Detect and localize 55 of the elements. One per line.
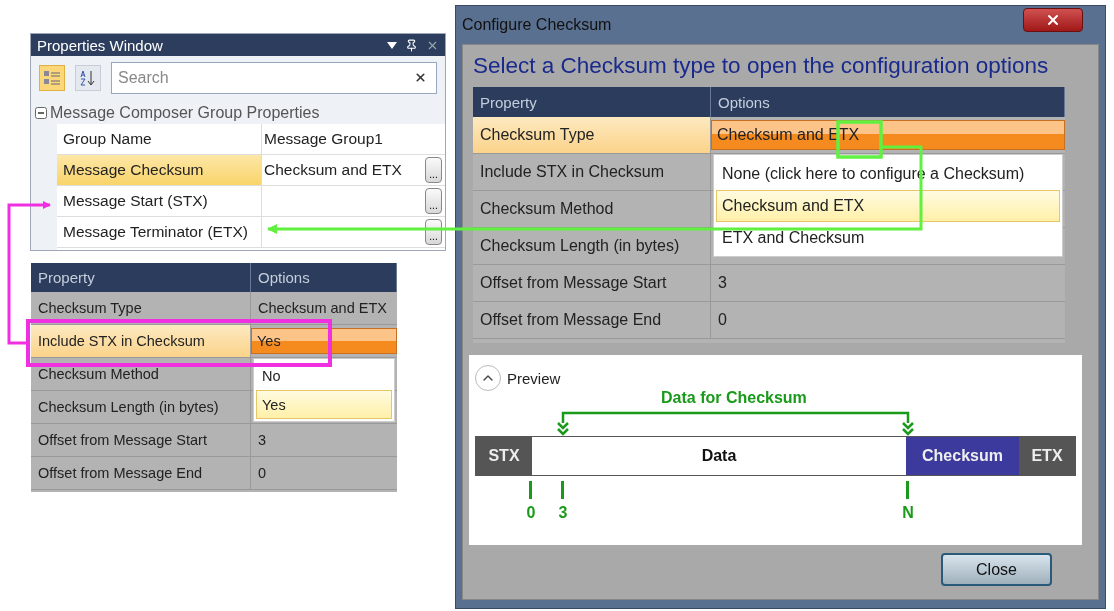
option-value: 3 — [257, 431, 268, 450]
bracket-label: Data for Checksum — [661, 389, 807, 407]
tick-mark — [529, 481, 532, 499]
property-name[interactable]: Offset from Message Start — [31, 424, 251, 456]
property-value: Checksum and ETX — [264, 161, 402, 179]
close-button[interactable]: Close — [941, 553, 1052, 586]
property-name[interactable]: Checksum Length (in bytes) — [31, 391, 251, 423]
collapse-icon[interactable] — [35, 107, 47, 119]
tick-mark — [561, 481, 564, 499]
property-name[interactable]: Checksum Type — [31, 292, 251, 324]
dropdown-option[interactable]: Yes — [256, 390, 392, 419]
dialog-heading: Select a Checksum type to open the configuration options — [473, 53, 1050, 79]
search-field[interactable]: Search — [111, 62, 437, 94]
option-value: 0 — [257, 464, 268, 483]
property-name[interactable]: Checksum Length (in bytes) — [473, 228, 711, 264]
property-name[interactable]: Checksum Method — [31, 358, 251, 390]
option-value: 3 — [717, 273, 728, 293]
option-value: Checksum and ETX — [257, 299, 388, 318]
group-label: Message Composer Group Properties — [50, 104, 320, 122]
frame-segment: Checksum — [906, 437, 1019, 475]
property-name[interactable]: Message Checksum — [57, 155, 262, 185]
sort-button[interactable] — [75, 65, 101, 91]
column-header: Options — [711, 87, 1065, 117]
ellipsis-button[interactable]: ... — [425, 188, 442, 214]
column-header: Property — [31, 263, 251, 292]
pin-icon[interactable] — [405, 38, 418, 52]
tick-label: N — [902, 504, 914, 522]
dropdown-icon[interactable] — [387, 41, 397, 49]
tick-label: 3 — [557, 504, 569, 522]
option-value: 0 — [717, 310, 728, 330]
close-button[interactable] — [1023, 8, 1083, 32]
frame-segment: ETX — [1019, 437, 1075, 475]
frame-segment: STX — [476, 437, 532, 475]
property-name[interactable]: Include STX in Checksum — [473, 154, 711, 190]
dropdown-option[interactable]: Checksum and ETX — [716, 190, 1060, 222]
property-value: Message Group1 — [264, 130, 383, 148]
categories-icon — [43, 69, 61, 87]
ellipsis-button[interactable]: ... — [425, 157, 442, 183]
ellipsis-button[interactable]: ... — [425, 219, 442, 245]
property-name[interactable]: Include STX in Checksum — [31, 325, 251, 357]
option-dropdown[interactable]: Yes — [251, 328, 397, 354]
property-name[interactable]: Offset from Message End — [473, 302, 711, 338]
property-name[interactable]: Offset from Message Start — [473, 265, 711, 301]
sort-icon — [79, 69, 97, 87]
close-icon — [1045, 12, 1061, 28]
window-title: Properties Window — [37, 36, 164, 54]
property-name[interactable]: Checksum Type — [473, 117, 711, 153]
column-header: Options — [251, 263, 397, 292]
property-name[interactable]: Offset from Message End — [31, 457, 251, 489]
clear-icon[interactable] — [414, 71, 427, 84]
dialog-title: Configure Checksum — [462, 16, 612, 34]
tick-mark — [906, 481, 909, 499]
preview-label: Preview — [507, 369, 561, 387]
tick-label: 0 — [525, 504, 537, 522]
property-name[interactable]: Checksum Method — [473, 191, 711, 227]
